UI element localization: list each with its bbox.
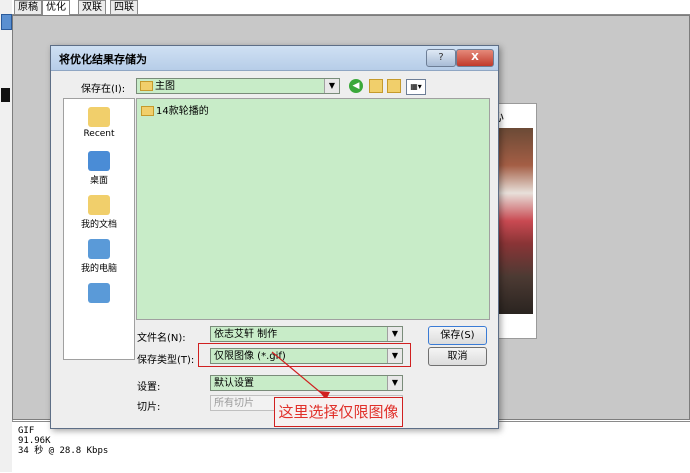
- chevron-down-icon: ▼: [387, 376, 402, 390]
- chevron-down-icon: ▼: [387, 327, 402, 341]
- documents-icon: [88, 195, 110, 215]
- up-folder-icon[interactable]: [369, 79, 383, 93]
- status-size: 91.96K: [18, 436, 51, 446]
- dialog-titlebar: 将优化结果存储为 ? X: [51, 46, 498, 71]
- save-button[interactable]: 保存(S): [428, 326, 487, 345]
- dialog-title: 将优化结果存储为: [59, 53, 147, 66]
- save-in-label: 保存在(I):: [81, 84, 126, 95]
- color-swatch-icon[interactable]: [1, 88, 10, 102]
- annotation-label: 这里选择仅限图像: [274, 397, 403, 427]
- filename-value: 依志艾轩 制作: [214, 329, 278, 340]
- tool-icon[interactable]: [1, 14, 12, 30]
- folder-icon: [141, 106, 154, 116]
- place-label: 我的文档: [80, 220, 117, 230]
- new-folder-icon[interactable]: [387, 79, 401, 93]
- filename-field[interactable]: 依志艾轩 制作 ▼: [210, 326, 403, 342]
- folder-name: 14款轮播的: [156, 106, 209, 117]
- save-in-value: 主图: [155, 81, 175, 92]
- desktop-icon: [88, 151, 110, 171]
- tab-bar: 原稿 优化 双联 四联: [12, 0, 690, 15]
- slices-label: 切片:: [137, 402, 161, 413]
- settings-value: 默认设置: [214, 378, 254, 389]
- tab-original[interactable]: 原稿: [14, 0, 42, 14]
- place-recent[interactable]: Recent: [64, 107, 134, 139]
- list-item[interactable]: 14款轮播的: [141, 102, 209, 117]
- network-icon: [88, 283, 110, 303]
- save-dialog: 将优化结果存储为 ? X 保存在(I): 主图 ▼ ◀ ▦▾ Recent 桌面…: [50, 45, 499, 429]
- computer-icon: [88, 239, 110, 259]
- slices-value: 所有切片: [214, 398, 254, 409]
- help-button[interactable]: ?: [426, 49, 456, 67]
- tab-optimized[interactable]: 优化: [42, 0, 70, 15]
- place-label: 我的电脑: [80, 264, 117, 274]
- filename-label: 文件名(N):: [137, 333, 186, 344]
- close-button[interactable]: X: [456, 49, 494, 67]
- place-label: 桌面: [89, 176, 108, 186]
- filetype-label: 保存类型(T):: [137, 355, 195, 366]
- save-in-dropdown[interactable]: 主图 ▼: [136, 78, 340, 94]
- view-menu-icon[interactable]: ▦▾: [406, 79, 426, 95]
- settings-label: 设置:: [137, 382, 161, 393]
- tab-2up[interactable]: 双联: [78, 0, 106, 14]
- annotation-highlight-box: [198, 343, 411, 367]
- file-list[interactable]: 14款轮播的: [136, 98, 490, 320]
- place-desktop[interactable]: 桌面: [64, 151, 134, 186]
- folder-icon: [140, 81, 153, 91]
- settings-dropdown[interactable]: 默认设置 ▼: [210, 375, 403, 391]
- recent-folder-icon: [88, 107, 110, 127]
- tab-4up[interactable]: 四联: [110, 0, 138, 14]
- place-computer[interactable]: 我的电脑: [64, 239, 134, 274]
- chevron-down-icon: ▼: [324, 79, 339, 93]
- status-speed: 34 秒 @ 28.8 Kbps: [18, 446, 109, 456]
- place-label: Recent: [83, 129, 115, 139]
- status-format: GIF: [18, 426, 35, 436]
- place-documents[interactable]: 我的文档: [64, 195, 134, 230]
- back-icon[interactable]: ◀: [349, 79, 363, 93]
- cancel-button[interactable]: 取消: [428, 347, 487, 366]
- places-bar: Recent 桌面 我的文档 我的电脑: [63, 98, 135, 360]
- place-network[interactable]: [64, 283, 134, 305]
